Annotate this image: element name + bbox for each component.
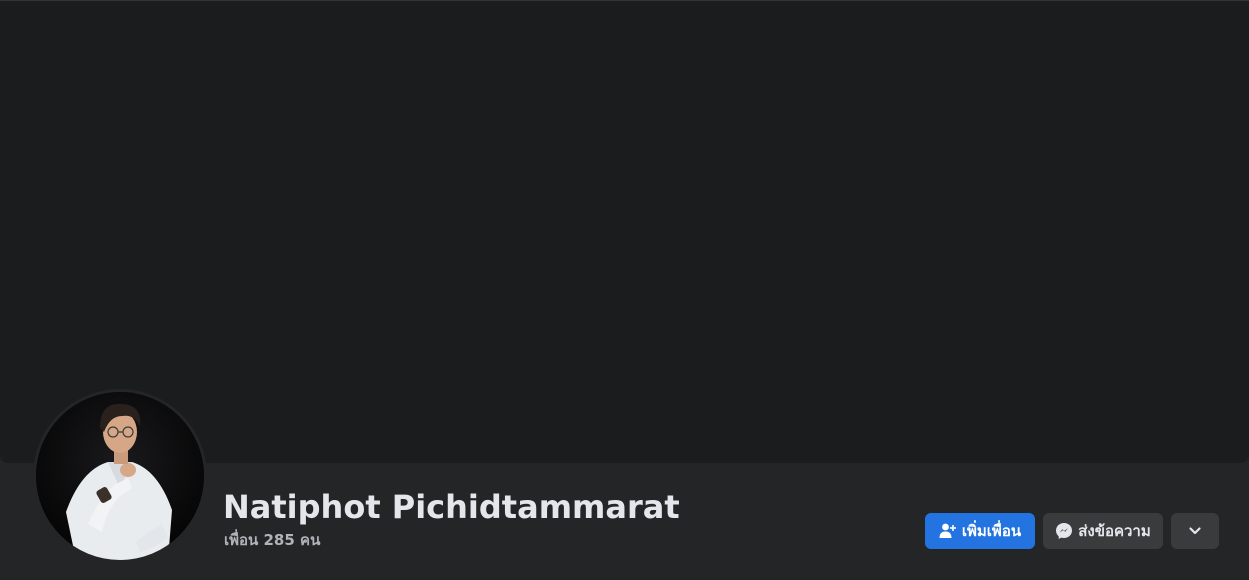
message-button[interactable]: ส่งข้อความ	[1043, 513, 1163, 549]
cover-photo[interactable]	[0, 0, 1249, 463]
add-friend-button[interactable]: เพิ่มเพื่อน	[925, 513, 1035, 549]
chevron-down-icon	[1188, 524, 1202, 538]
message-label: ส่งข้อความ	[1078, 522, 1151, 540]
profile-picture[interactable]	[33, 389, 207, 563]
add-friend-icon	[939, 522, 957, 540]
more-options-button[interactable]	[1171, 513, 1219, 549]
avatar[interactable]	[36, 392, 204, 560]
add-friend-label: เพิ่มเพื่อน	[961, 522, 1022, 540]
profile-name: Natiphot Pichidtammarat	[223, 488, 680, 526]
friend-count[interactable]: เพื่อน 285 คน	[224, 530, 320, 550]
avatar-image	[36, 392, 204, 560]
messenger-icon	[1055, 522, 1073, 540]
profile-page: Natiphot Pichidtammarat เพื่อน 285 คน เพ…	[0, 0, 1249, 580]
